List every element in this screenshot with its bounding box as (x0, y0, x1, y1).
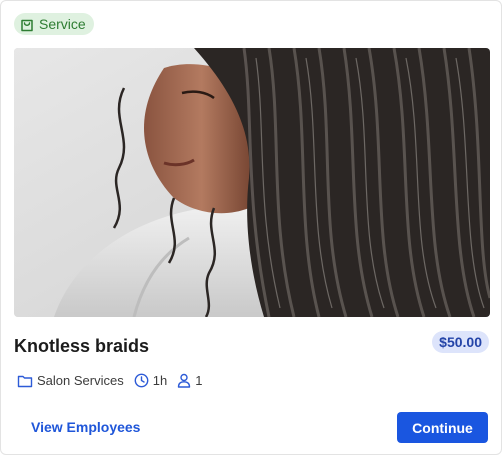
service-badge: Service (14, 13, 94, 35)
duration-info: 1h (134, 373, 167, 388)
category-info: Salon Services (17, 373, 124, 388)
category-label: Salon Services (37, 373, 124, 388)
service-card: Service Knotless braids $50.00 Salon Ser… (0, 0, 502, 455)
person-icon (177, 373, 191, 388)
folder-icon (17, 374, 33, 388)
service-badge-label: Service (39, 16, 86, 32)
continue-button[interactable]: Continue (397, 412, 488, 443)
service-photo (14, 48, 490, 317)
view-employees-link[interactable]: View Employees (31, 419, 140, 435)
clock-icon (134, 373, 149, 388)
capacity-label: 1 (195, 373, 203, 388)
duration-label: 1h (152, 373, 168, 388)
capacity-info: 1 (177, 373, 202, 388)
shopping-bag-icon (20, 17, 34, 32)
price-badge: $50.00 (432, 331, 489, 353)
service-title: Knotless braids (14, 336, 150, 356)
service-meta: Salon Services 1h 1 (17, 373, 212, 388)
